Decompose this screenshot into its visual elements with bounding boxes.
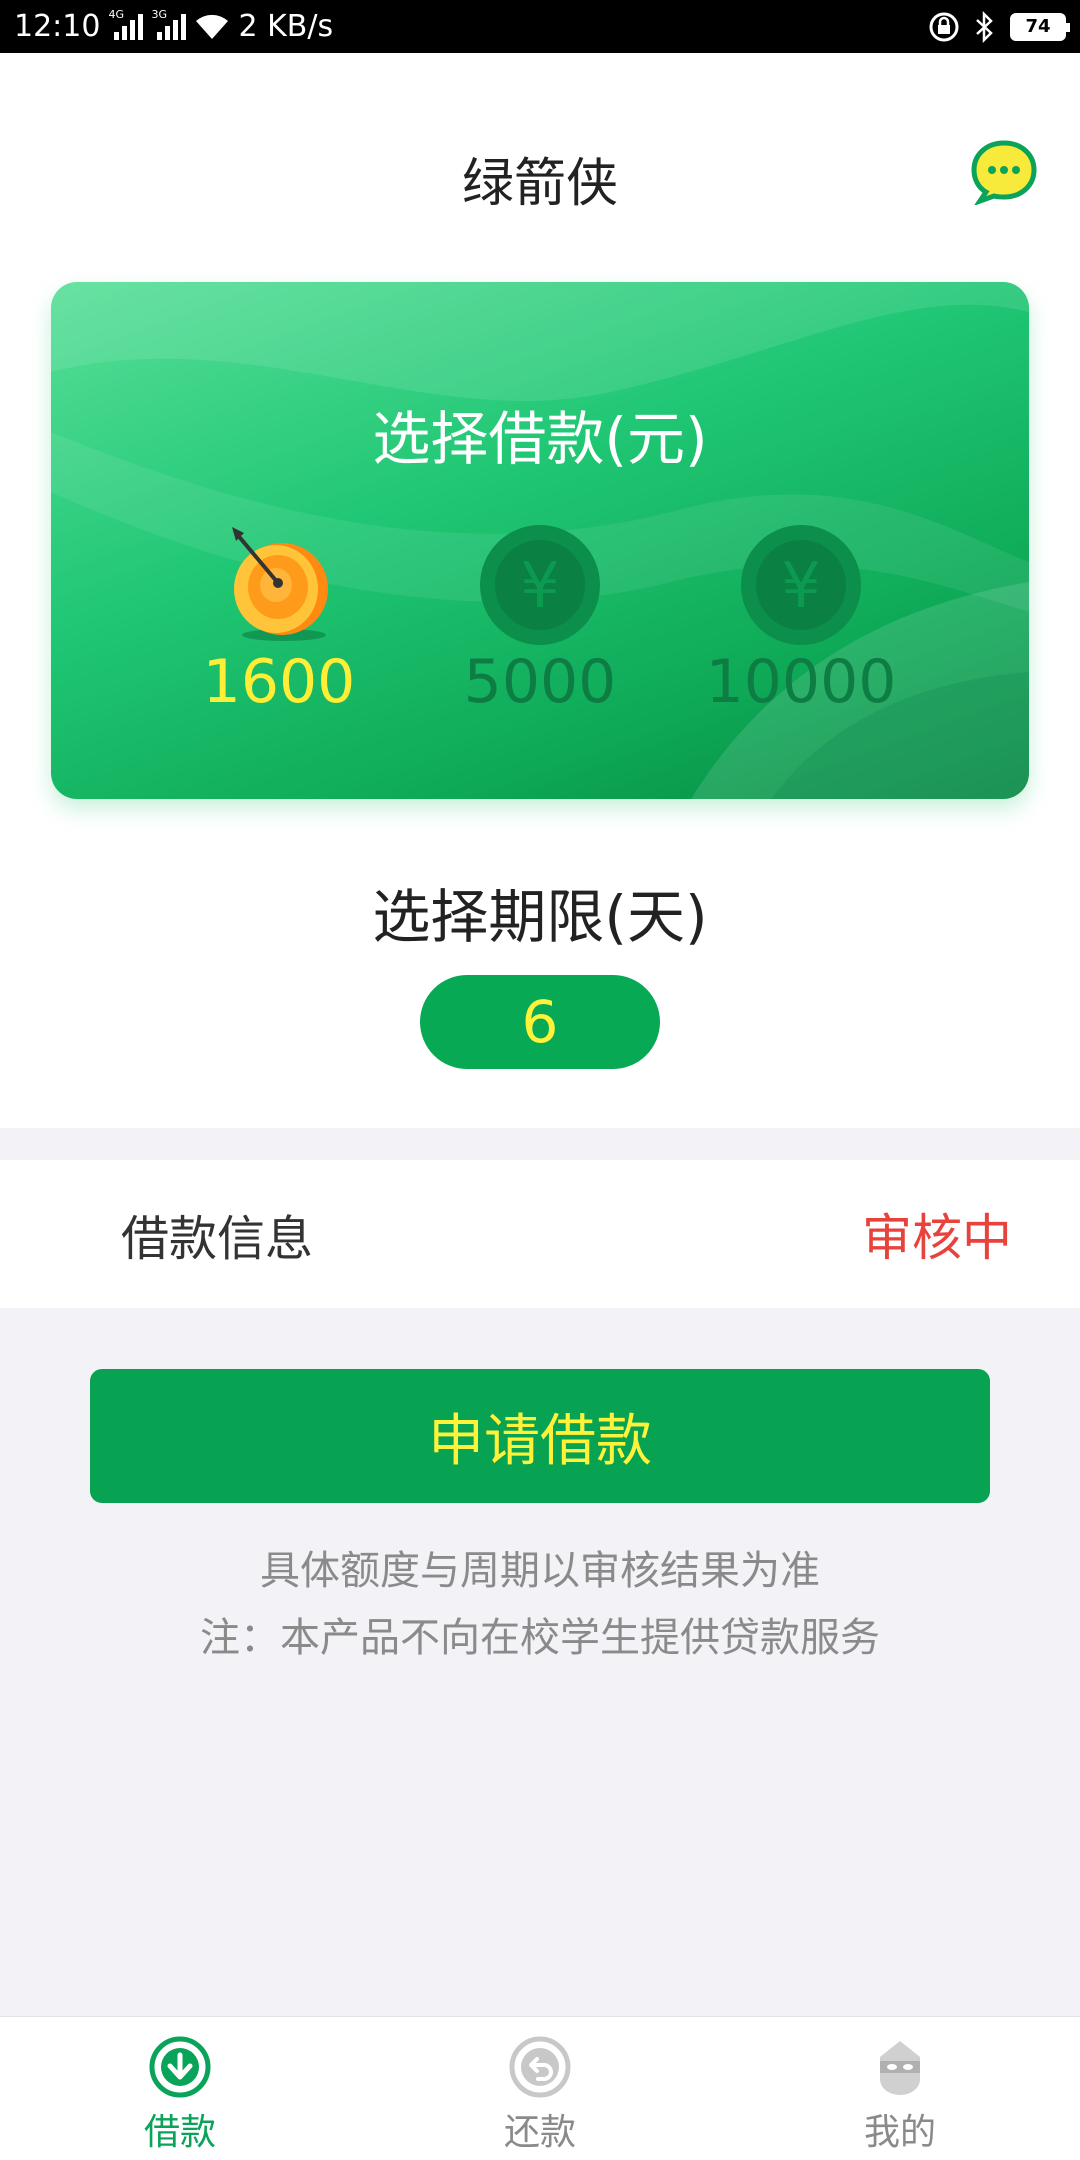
yuan-coin-icon: ¥ [741,525,861,645]
battery-level: 74 [1025,16,1051,37]
download-circle-icon [149,2036,211,2098]
status-time: 12:10 [14,9,101,44]
tab-loan[interactable]: 借款 [0,2017,360,2160]
network-speed: 2 KB/s [238,9,334,44]
tab-label: 还款 [503,2112,576,2153]
tab-repay[interactable]: 还款 [360,2017,720,2160]
wifi-icon [196,14,229,39]
signal-4g-label: 4G [108,7,124,21]
return-circle-icon [509,2036,571,2098]
loan-select-panel: 绿箭侠 选择借款(元) 1600 ¥ 5000 ¥ 10000 选择期限(天) … [0,53,1080,1128]
page-title: 绿箭侠 [461,154,618,214]
loan-info-label: 借款信息 [121,1211,314,1267]
loan-info-row[interactable]: 借款信息 审核中 [0,1160,1080,1308]
yuan-coin-icon: ¥ [480,525,600,645]
amount-option-5000[interactable]: ¥ 5000 [410,517,670,717]
app-screen: 12:10 4G 3G 2 KB/s 74 绿箭侠 选择借款(元) 1600 ¥… [0,0,1080,2160]
loan-amount-title: 选择借款(元) [372,405,708,473]
tab-mine[interactable]: 我的 [720,2017,1080,2160]
status-bar: 12:10 4G 3G 2 KB/s 74 [0,0,1080,53]
apply-loan-button[interactable]: 申请借款 [90,1369,990,1503]
tab-label: 借款 [143,2112,216,2153]
svg-text:¥: ¥ [781,549,820,622]
note-line-1: 具体额度与周期以审核结果为准 [260,1548,820,1594]
profile-mask-icon [880,2041,920,2095]
amount-option-10000[interactable]: ¥ 10000 [671,517,931,717]
signal-3g-label: 3G [151,7,167,21]
loan-amount-card: 选择借款(元) 1600 ¥ 5000 ¥ 10000 [51,282,1029,799]
signal-4g-icon: 4G [108,8,144,40]
note-line-2: 注：本产品不向在校学生提供贷款服务 [200,1615,880,1661]
term-title: 选择期限(天) [372,883,708,951]
amount-option-1600[interactable]: 1600 [149,517,409,717]
signal-3g-icon: 3G [151,8,187,40]
status-badge: 审核中 [862,1209,1012,1267]
lock-rotation-icon [929,12,959,41]
svg-text:¥: ¥ [520,549,559,622]
bluetooth-icon [976,10,993,43]
chat-bubble-icon[interactable] [970,139,1038,205]
battery-icon: 74 [1010,12,1070,41]
term-selector[interactable]: 6 [420,975,660,1069]
bottom-tab-bar: 借款 还款 我的 [0,2016,1080,2160]
target-dart-icon [232,527,328,641]
tab-label: 我的 [863,2112,936,2153]
